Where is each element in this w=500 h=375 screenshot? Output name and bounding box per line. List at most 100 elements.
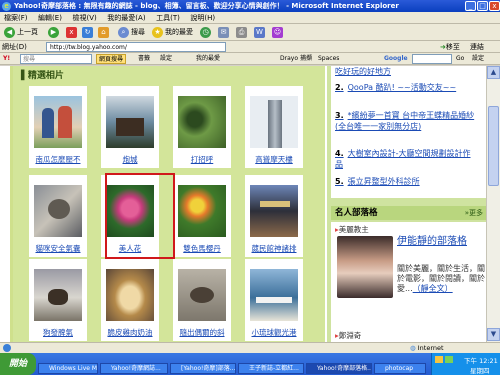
forward-button[interactable]: ▶ — [46, 26, 63, 39]
history-button[interactable]: ◷ — [198, 26, 215, 39]
favorites-link[interactable]: 我的最愛 — [196, 54, 220, 64]
menu-view[interactable]: 檢視(V) — [68, 12, 100, 23]
taskbar-item[interactable]: photocap — [374, 363, 426, 374]
google-go-button[interactable]: Go — [456, 54, 464, 64]
bookmarks-button[interactable]: 書籤 — [138, 54, 150, 64]
photo-caption[interactable]: 葳民館神諸排 — [245, 243, 303, 254]
photo-card[interactable]: 貓咪安全氣囊 — [29, 175, 87, 257]
settings-button[interactable]: 設定 — [160, 54, 172, 64]
tray-icon[interactable] — [445, 356, 453, 363]
tray-icon[interactable] — [435, 356, 443, 363]
news-item-text[interactable]: 大樹室內設計-大廳空間規劃設計作品 — [335, 149, 471, 169]
photo-caption[interactable]: 貓咪安全氣囊 — [29, 243, 87, 254]
photo-card[interactable]: 高聳摩天樓 — [245, 86, 303, 168]
favorites-button[interactable]: ★ 我的最愛 — [150, 26, 195, 39]
search-button[interactable]: ⌕ 搜尋 — [116, 26, 147, 39]
vertical-scrollbar[interactable]: ▲ ▼ — [486, 66, 500, 342]
system-tray: 下午 12:21 星期四 — [431, 353, 500, 375]
celebrity-avatar[interactable] — [337, 236, 393, 298]
photo-caption[interactable]: 打招呼 — [173, 154, 231, 165]
go-button[interactable]: ➜移至 — [440, 42, 460, 52]
menu-file[interactable]: 檔案(F) — [0, 12, 32, 23]
news-item[interactable]: 4. 大樹室內設計-大廳空間規劃設計作品 — [335, 148, 475, 170]
scroll-thumb[interactable] — [488, 106, 499, 186]
home-button[interactable]: ⌂ — [96, 26, 113, 39]
photo-caption[interactable]: 高聳摩天樓 — [245, 154, 303, 165]
start-button[interactable]: 開始 — [0, 353, 36, 375]
photo-caption[interactable]: 脆皮雞肉奶油 — [101, 327, 159, 338]
windows-taskbar: 開始 Windows Live Mess... Yahoo!奇摩網誌... [Y… — [0, 353, 500, 375]
photo-caption[interactable]: 狗發脾氣 — [29, 327, 87, 338]
menu-tools[interactable]: 工具(T) — [152, 12, 184, 23]
refresh-button[interactable]: ↻ — [80, 26, 97, 39]
photo-thumbnail[interactable] — [250, 185, 298, 237]
news-item-text[interactable]: *繽紛夢一首寶 台中帝王蝶精品婚紗(全台唯一一家別無分店) — [335, 111, 474, 131]
photo-caption[interactable]: 小琉球觀光港 — [245, 327, 303, 338]
scroll-down-button[interactable]: ▼ — [487, 328, 500, 341]
yahoo-logo-icon[interactable]: Y! — [3, 54, 10, 64]
minimize-button[interactable]: _ — [465, 1, 476, 11]
address-input[interactable]: http://tw.blog.yahoo.com/ — [46, 42, 226, 52]
taskbar-item[interactable]: 王子新誌-立都紅... — [238, 363, 304, 374]
close-button[interactable]: x — [489, 1, 500, 11]
stop-button[interactable]: x — [64, 26, 81, 39]
photo-caption[interactable]: 雙色馬櫻丹 — [173, 243, 231, 254]
menu-edit[interactable]: 編輯(E) — [34, 12, 66, 23]
photo-card[interactable]: 狗發脾氣 — [29, 259, 87, 341]
maximize-button[interactable]: □ — [477, 1, 488, 11]
yahoo-search-input[interactable]: 搜尋 — [20, 54, 92, 64]
back-button[interactable]: ◀ 上一頁 — [2, 26, 40, 39]
photo-thumbnail[interactable] — [106, 269, 154, 321]
edit-button[interactable]: W — [252, 26, 269, 39]
photo-card[interactable]: 炮城 — [101, 86, 159, 168]
photo-thumbnail[interactable] — [106, 96, 154, 148]
photo-caption[interactable]: 南瓜怎麼壓不 — [29, 154, 87, 165]
more-link-text[interactable]: 更多 — [469, 209, 483, 217]
google-settings-button[interactable]: 設定 — [472, 54, 484, 64]
news-item-partial[interactable]: 吃好玩的好地方 — [335, 66, 475, 77]
photo-thumbnail[interactable] — [250, 269, 298, 321]
spaces-link[interactable]: Spaces — [318, 54, 339, 64]
taskbar-item[interactable]: [Yahoo!奇摩]部落... — [170, 363, 236, 374]
news-item-text[interactable]: QooPa 酷趴! ~~活動交友~~ — [348, 83, 457, 92]
news-box: 吃好玩的好地方 2. QooPa 酷趴! ~~活動交友~~ 3. *繽紛夢一首寶 台… — [331, 66, 488, 198]
photo-thumbnail[interactable] — [178, 269, 226, 321]
links-button[interactable]: 連結 — [470, 42, 484, 52]
photo-card[interactable]: 小琉球觀光港 — [245, 259, 303, 341]
more-link[interactable]: »更多 — [465, 206, 483, 220]
taskbar-item[interactable]: Windows Live Mess... — [38, 363, 98, 374]
photo-card[interactable]: 脆皮雞肉奶油 — [101, 259, 159, 341]
clock[interactable]: 下午 12:21 — [464, 355, 498, 365]
photo-caption[interactable]: 炮城 — [101, 154, 159, 165]
photo-card[interactable]: 南瓜怎麼壓不 — [29, 86, 87, 168]
featured-blog-title[interactable]: 伊能靜的部落格 — [397, 236, 485, 248]
photo-card[interactable]: 隨出偶爾的斜 — [173, 259, 231, 341]
photo-thumbnail[interactable] — [34, 185, 82, 237]
menu-favorites[interactable]: 我的最愛(A) — [103, 12, 149, 23]
photo-thumbnail[interactable] — [34, 96, 82, 148]
taskbar-item[interactable]: Yahoo!奇摩網誌... — [100, 363, 168, 374]
photo-thumbnail[interactable] — [178, 185, 226, 237]
photo-thumbnail[interactable] — [250, 96, 298, 148]
drayo-link[interactable]: Drayo — [280, 54, 298, 64]
photo-caption[interactable]: 隨出偶爾的斜 — [173, 327, 231, 338]
photo-card[interactable]: 葳民館神諸排 — [245, 175, 303, 257]
taskbar-item-active[interactable]: Yahoo!奇摩部落格... — [306, 363, 372, 374]
photo-thumbnail[interactable] — [34, 269, 82, 321]
photo-card[interactable]: 打招呼 — [173, 86, 231, 168]
news-item[interactable]: 3. *繽紛夢一首寶 台中帝王蝶精品婚紗(全台唯一一家別無分店) — [335, 110, 475, 132]
mail-button[interactable]: ✉ — [216, 26, 233, 39]
print-button[interactable]: ⎙ — [234, 26, 251, 39]
read-more-link[interactable]: （靜全文） — [413, 284, 453, 293]
photo-thumbnail[interactable] — [178, 96, 226, 148]
web-search-button[interactable]: 網頁搜尋 — [96, 54, 127, 64]
news-item[interactable]: 2. QooPa 酷趴! ~~活動交友~~ — [335, 82, 475, 93]
news-item-text[interactable]: 張立昇整型外科診所 — [348, 177, 420, 186]
menu-help[interactable]: 說明(H) — [186, 12, 219, 23]
capture-link[interactable]: 捕擷 — [300, 54, 312, 64]
photo-card[interactable]: 雙色馬櫻丹 — [173, 175, 231, 257]
scroll-up-button[interactable]: ▲ — [487, 66, 500, 79]
google-search-input[interactable] — [412, 54, 452, 64]
discuss-button[interactable]: ☺ — [270, 26, 287, 39]
news-item[interactable]: 5. 張立昇整型外科診所 — [335, 176, 475, 187]
